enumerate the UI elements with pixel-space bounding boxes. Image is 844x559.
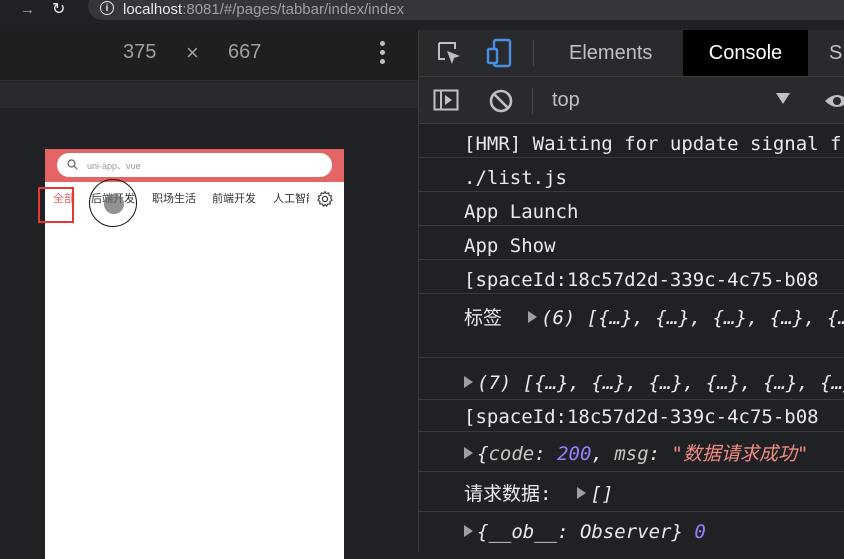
more-options-icon[interactable] xyxy=(377,40,387,70)
url-text[interactable]: localhost:8081/#/pages/tabbar/index/inde… xyxy=(123,1,404,18)
cursor-dot xyxy=(104,194,124,214)
sidebar-toggle-icon[interactable] xyxy=(433,89,459,111)
phone-header: uni-app、vue xyxy=(45,149,344,182)
dimension-separator: × xyxy=(186,40,199,65)
tab-career[interactable]: 职场生活 xyxy=(152,191,196,207)
console-line[interactable]: [spaceId:18c57d2d-339c-4c75-b08 xyxy=(419,260,844,294)
console-line-expandable[interactable]: 请求数据:[] xyxy=(419,472,844,512)
inspect-element-icon[interactable] xyxy=(436,40,462,66)
expand-triangle-icon[interactable] xyxy=(464,376,473,388)
console-line: App Show xyxy=(419,226,844,260)
tab-console[interactable]: Console xyxy=(683,30,808,76)
tab-ai[interactable]: 人工智能 xyxy=(273,191,309,207)
console-line-expandable[interactable]: (7) [{…}, {…}, {…}, {…}, {…}, {…}, {…}] xyxy=(419,358,844,400)
tab-frontend[interactable]: 前端开发 xyxy=(212,191,256,207)
console-line: ./list.js xyxy=(419,158,844,192)
expand-triangle-icon[interactable] xyxy=(464,447,473,459)
search-placeholder: uni-app、vue xyxy=(87,161,141,171)
tab-elements[interactable]: Elements xyxy=(569,42,652,65)
context-selector[interactable]: top xyxy=(552,89,580,112)
tab-sources[interactable]: S xyxy=(829,42,842,65)
media-query-bar xyxy=(0,82,418,108)
device-toggle-icon[interactable] xyxy=(486,38,514,68)
device-height-input[interactable]: 667 xyxy=(228,41,261,64)
console-line[interactable]: [spaceId:18c57d2d-339c-4c75-b08 xyxy=(419,400,844,432)
gear-icon[interactable] xyxy=(316,190,334,208)
console-line: App Launch xyxy=(419,192,844,226)
device-toolbar xyxy=(0,30,418,81)
console-line-expandable[interactable]: {__ob__: Observer} 0 xyxy=(419,512,844,552)
selection-highlight xyxy=(38,187,74,223)
expand-triangle-icon[interactable] xyxy=(528,311,538,323)
toolbar-separator xyxy=(533,40,534,66)
reload-icon[interactable]: ↻ xyxy=(52,0,65,20)
console-line: [HMR] Waiting for update signal from WDS… xyxy=(419,124,844,158)
search-icon xyxy=(67,159,78,170)
expand-triangle-icon[interactable] xyxy=(464,525,473,537)
search-input[interactable]: uni-app、vue xyxy=(57,153,332,177)
device-width-input[interactable]: 375 xyxy=(123,41,156,64)
dropdown-arrow-icon[interactable] xyxy=(776,93,790,104)
clear-console-icon[interactable] xyxy=(488,88,514,114)
eye-icon[interactable] xyxy=(824,92,844,110)
console-line-expandable[interactable]: 标签(6) [{…}, {…}, {…}, {…}, {…}, {…}] xyxy=(419,294,844,358)
console-output: [HMR] Waiting for update signal from WDS… xyxy=(419,124,844,552)
info-icon[interactable]: i xyxy=(100,1,114,15)
forward-arrow-icon[interactable]: → xyxy=(20,0,35,20)
console-line-expandable[interactable]: {code: 200, msg: "数据请求成功" xyxy=(419,432,844,472)
toolbar-separator xyxy=(532,88,533,114)
expand-triangle-icon[interactable] xyxy=(577,487,587,499)
